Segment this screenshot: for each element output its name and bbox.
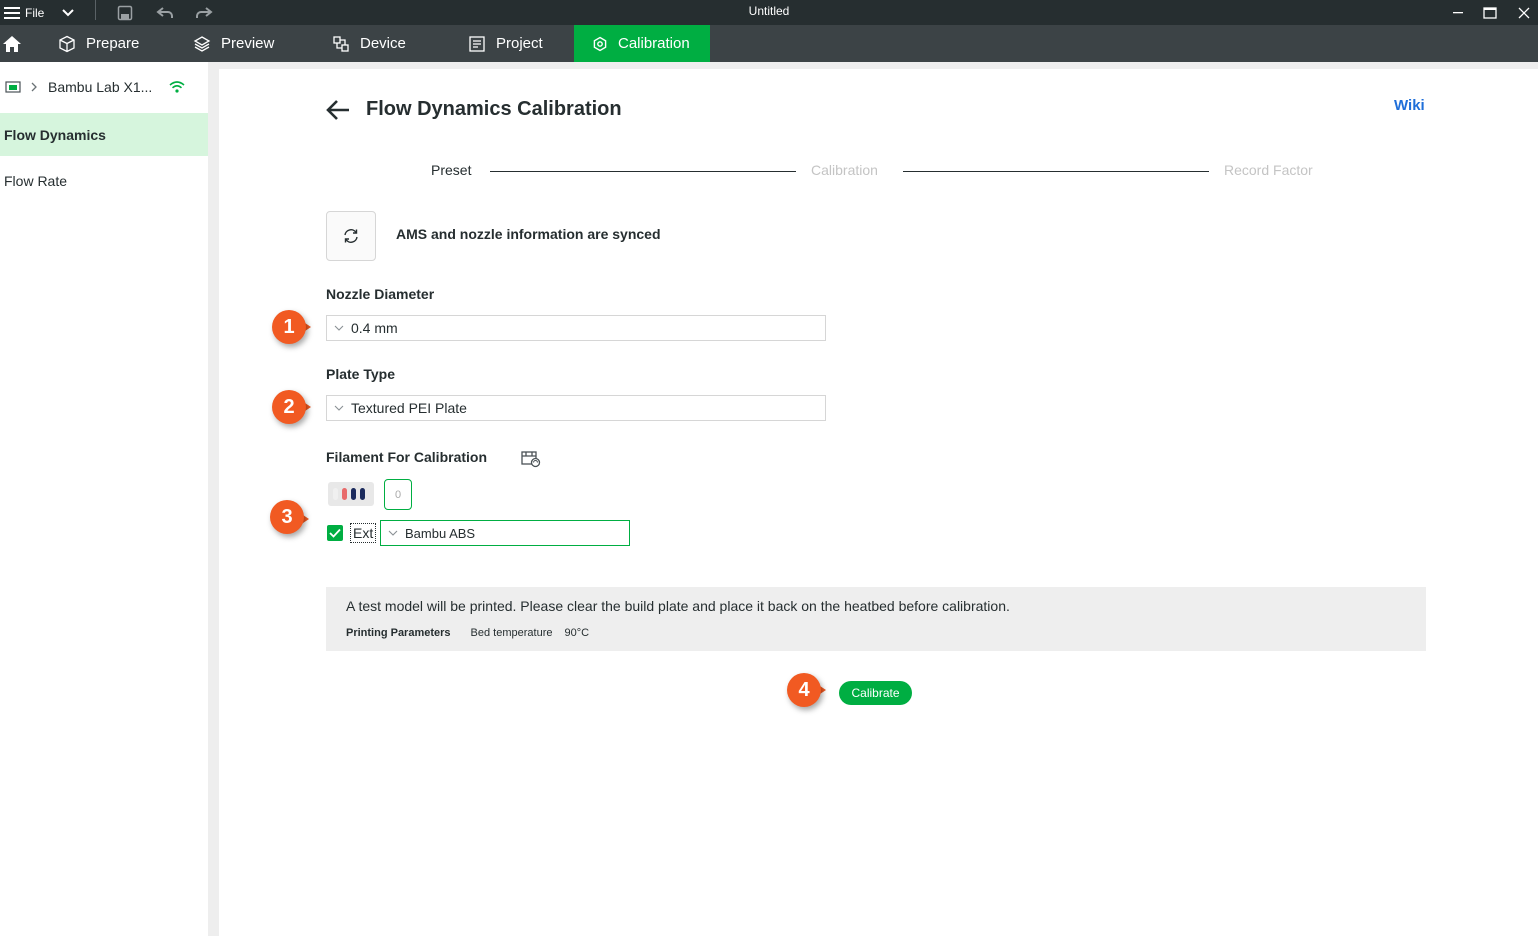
tab-calibration-label: Calibration xyxy=(618,35,690,52)
filament-select[interactable]: Bambu ABS xyxy=(380,520,630,546)
info-box: A test model will be printed. Please cle… xyxy=(326,587,1426,651)
sync-status-text: AMS and nozzle information are synced xyxy=(396,226,661,242)
tab-prepare[interactable]: Prepare xyxy=(40,25,157,62)
printer-name: Bambu Lab X1... xyxy=(48,79,153,95)
main-panel: Flow Dynamics Calibration Wiki Preset Ca… xyxy=(219,69,1538,936)
chevron-down-icon xyxy=(327,405,351,411)
home-button[interactable] xyxy=(0,25,22,62)
tab-preview[interactable]: Preview xyxy=(175,25,292,62)
tab-prepare-label: Prepare xyxy=(86,35,140,52)
bed-temperature-label: Bed temperature xyxy=(470,627,553,639)
minimize-icon[interactable] xyxy=(1452,0,1464,25)
wiki-link[interactable]: Wiki xyxy=(1394,97,1425,114)
annotation-badge: 1 xyxy=(272,310,306,344)
step-line xyxy=(490,171,796,172)
sidebar-item-label: Flow Dynamics xyxy=(4,126,106,143)
cube-icon xyxy=(59,35,75,52)
printing-parameters-label: Printing Parameters xyxy=(346,627,451,639)
annotation-badge: 3 xyxy=(270,500,304,534)
sidebar-item-label: Flow Rate xyxy=(4,172,68,189)
plate-type-label: Plate Type xyxy=(326,366,395,382)
layers-icon xyxy=(193,35,211,52)
main-tab-bar: Prepare Preview Device Project Calibrati… xyxy=(0,25,1538,62)
sync-icon xyxy=(344,229,358,243)
undo-icon[interactable] xyxy=(156,0,174,25)
file-menu[interactable]: File xyxy=(4,0,44,25)
filament-select-value: Bambu ABS xyxy=(405,525,476,541)
title-bar: File Untitled xyxy=(0,0,1538,25)
filament-settings-icon[interactable] xyxy=(521,450,541,468)
nozzle-diameter-label: Nozzle Diameter xyxy=(326,286,435,302)
printer-selector[interactable]: Bambu Lab X1... xyxy=(0,72,208,102)
filament-slot-label: 0 xyxy=(394,488,402,501)
nozzle-diameter-value: 0.4 mm xyxy=(351,320,398,336)
redo-icon[interactable] xyxy=(195,0,213,25)
close-icon[interactable] xyxy=(1518,0,1530,25)
tab-device[interactable]: Device xyxy=(314,25,424,62)
filament-slot[interactable]: 0 xyxy=(384,479,412,510)
printer-icon xyxy=(5,81,21,93)
maximize-icon[interactable] xyxy=(1483,0,1497,25)
filament-label: Filament For Calibration xyxy=(326,449,488,465)
back-arrow-icon[interactable] xyxy=(325,99,351,121)
sidebar-item-flow-rate[interactable]: Flow Rate xyxy=(0,159,208,202)
window-title: Untitled xyxy=(748,4,790,18)
chevron-right-icon xyxy=(31,82,37,92)
dropdown-chevron-icon[interactable] xyxy=(61,0,75,25)
tab-project[interactable]: Project xyxy=(450,25,561,62)
nozzle-diameter-select[interactable]: 0.4 mm xyxy=(326,315,826,341)
bed-temperature-value: 90°C xyxy=(564,627,590,639)
sidebar-item-flow-dynamics[interactable]: Flow Dynamics xyxy=(0,113,208,156)
calibration-icon xyxy=(593,36,607,51)
step-calibration: Calibration xyxy=(811,162,878,178)
chevron-down-icon xyxy=(381,530,405,536)
page-title: Flow Dynamics Calibration xyxy=(366,98,622,120)
file-menu-label: File xyxy=(25,5,45,20)
chevron-down-icon xyxy=(327,325,351,331)
ext-label[interactable]: Ext xyxy=(350,523,377,543)
sync-button[interactable] xyxy=(326,211,376,261)
hamburger-menu-icon xyxy=(4,6,20,19)
annotation-badge: 2 xyxy=(272,390,306,424)
sidebar: Bambu Lab X1... Flow Dynamics Flow Rate xyxy=(0,62,208,936)
ams-unit-image xyxy=(328,482,374,506)
tab-calibration[interactable]: Calibration xyxy=(574,25,710,62)
tab-preview-label: Preview xyxy=(221,35,275,52)
home-icon xyxy=(3,35,21,52)
save-icon[interactable] xyxy=(117,0,133,25)
step-line xyxy=(903,171,1209,172)
tab-device-label: Device xyxy=(360,35,406,52)
wifi-icon xyxy=(169,81,185,93)
printing-parameters: Printing Parameters Bed temperature 90°C xyxy=(346,627,589,639)
plate-type-select[interactable]: Textured PEI Plate xyxy=(326,395,826,421)
ext-checkbox[interactable] xyxy=(327,525,343,541)
step-preset: Preset xyxy=(431,162,472,178)
step-record-factor: Record Factor xyxy=(1224,162,1313,178)
tab-project-label: Project xyxy=(496,35,543,52)
device-icon xyxy=(333,35,349,52)
project-icon xyxy=(469,35,485,52)
info-message: A test model will be printed. Please cle… xyxy=(346,598,1010,614)
plate-type-value: Textured PEI Plate xyxy=(351,400,467,416)
checkmark-icon xyxy=(329,528,341,538)
annotation-badge: 4 xyxy=(787,673,821,707)
calibrate-button[interactable]: Calibrate xyxy=(839,681,912,705)
titlebar-separator xyxy=(95,0,96,20)
